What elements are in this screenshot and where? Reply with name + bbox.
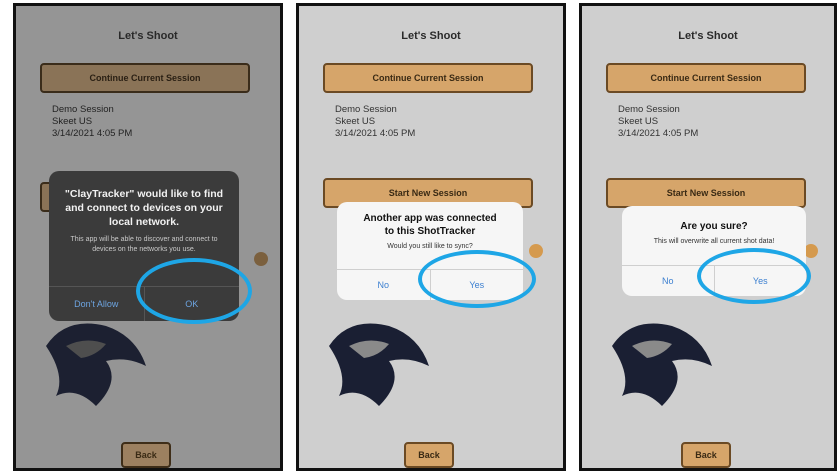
- back-button[interactable]: Back: [404, 442, 454, 468]
- phone-screen-1: Let's Shoot Continue Current Session Dem…: [13, 3, 283, 471]
- dont-allow-button[interactable]: Don't Allow: [49, 287, 145, 321]
- session-date: 3/14/2021 4:05 PM: [618, 128, 699, 139]
- alert-title: Are you sure?: [680, 221, 748, 232]
- alert-message: Would you still like to sync?: [387, 243, 473, 250]
- alert-message: This will overwrite all current shot dat…: [653, 238, 775, 245]
- continue-session-button[interactable]: Continue Current Session: [323, 63, 533, 93]
- mascot-logo-icon: [612, 323, 712, 406]
- start-session-button[interactable]: Start New Session: [606, 178, 806, 208]
- phone-screen-3: Let's Shoot Continue Current Session Dem…: [579, 3, 837, 471]
- session-type: Skeet US: [618, 116, 659, 127]
- mascot-logo-icon: [329, 323, 429, 406]
- continue-session-button[interactable]: Continue Current Session: [606, 63, 806, 93]
- alert-message: This app will be able to discover and co…: [70, 236, 218, 253]
- page-title: Let's Shoot: [401, 30, 461, 42]
- session-type: Skeet US: [335, 116, 376, 127]
- alert-title: "ClayTracker" would like to find and con…: [64, 188, 224, 228]
- phone-screen-2: Let's Shoot Continue Current Session Dem…: [296, 3, 566, 471]
- back-button[interactable]: Back: [681, 442, 731, 468]
- highlight-ring: [697, 248, 811, 304]
- session-info: Demo Session Skeet US 3/14/2021 4:05 PM: [618, 104, 698, 140]
- session-info: Demo Session Skeet US 3/14/2021 4:05 PM: [335, 104, 415, 140]
- page-title: Let's Shoot: [678, 30, 738, 42]
- back-button[interactable]: Back: [121, 442, 171, 468]
- session-name: Demo Session: [618, 104, 680, 115]
- toggle-knob[interactable]: [529, 244, 543, 258]
- no-button[interactable]: No: [337, 270, 431, 300]
- toggle-knob[interactable]: [804, 244, 818, 258]
- alert-title: Another app was connected to this ShotTr…: [363, 213, 497, 237]
- session-date: 3/14/2021 4:05 PM: [335, 128, 416, 139]
- session-name: Demo Session: [335, 104, 397, 115]
- highlight-ring: [418, 250, 536, 308]
- highlight-ring: [136, 258, 252, 324]
